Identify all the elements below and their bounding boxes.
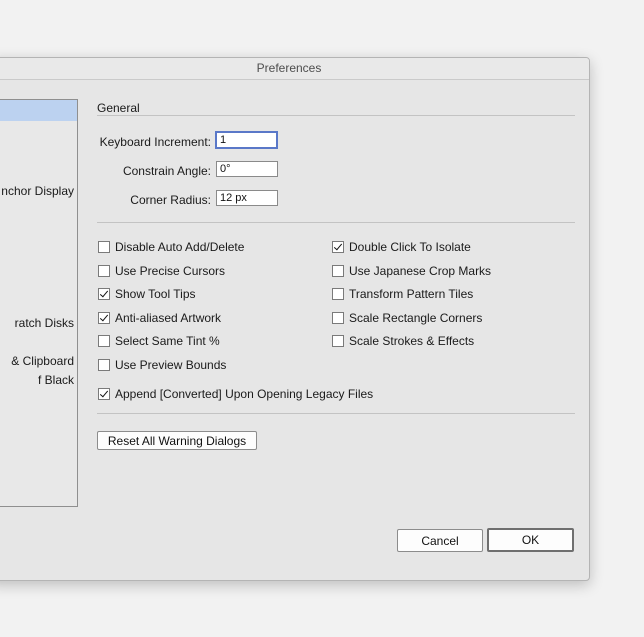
- checkbox-transform-pattern-tiles[interactable]: Transform Pattern Tiles: [332, 287, 473, 301]
- category-list[interactable]: nchor Display ratch Disks & Clipboard f …: [0, 99, 78, 507]
- corner-radius-label: Corner Radius:: [130, 193, 211, 207]
- checkbox-box[interactable]: [98, 359, 110, 371]
- ok-button[interactable]: OK: [487, 528, 574, 552]
- keyboard-increment-field[interactable]: [215, 131, 278, 149]
- checkbox-label: Select Same Tint %: [115, 334, 220, 349]
- checkbox-label: Scale Rectangle Corners: [349, 310, 483, 325]
- corner-radius-field[interactable]: [216, 190, 278, 206]
- checkbox-box[interactable]: [98, 335, 110, 348]
- checkbox-box[interactable]: [98, 288, 110, 301]
- append-converted-box[interactable]: [98, 388, 110, 400]
- checkbox-label: Disable Auto Add/Delete: [115, 240, 245, 254]
- checkbox-label: Anti-aliased Artwork: [115, 310, 222, 325]
- category-item-black[interactable]: f Black: [38, 373, 74, 387]
- checkbox-label: Use Preview Bounds: [115, 358, 227, 372]
- category-item-anchor-display[interactable]: nchor Display: [1, 184, 74, 198]
- checkbox-label: Double Click To Isolate: [349, 240, 471, 254]
- preferences-window: Preferences nchor Display ratch Disks & …: [0, 57, 590, 581]
- checkbox-double-click-to-isolate[interactable]: Double Click To Isolate: [332, 240, 471, 254]
- section-divider: [97, 115, 575, 116]
- checkbox-box[interactable]: [332, 288, 344, 301]
- checkbox-label: Use Japanese Crop Marks: [349, 263, 492, 278]
- constrain-angle-label: Constrain Angle:: [122, 164, 211, 178]
- window-title: Preferences: [0, 58, 589, 80]
- checkbox-box[interactable]: [332, 264, 344, 277]
- reset-warning-dialogs-button[interactable]: Reset All Warning Dialogs: [97, 431, 257, 450]
- checkbox-label: Scale Strokes & Effects: [349, 334, 475, 349]
- checkbox-box[interactable]: [332, 311, 344, 324]
- checkbox-show-tool-tips[interactable]: Show Tool Tips: [98, 287, 196, 301]
- category-item-scratch-disks[interactable]: ratch Disks: [15, 316, 74, 330]
- checkbox-disable-auto-add-delete[interactable]: Disable Auto Add/Delete: [98, 240, 244, 254]
- checkbox-use-precise-cursors[interactable]: Use Precise Cursors: [98, 264, 225, 278]
- checkbox-scale-rectangle-corners[interactable]: Scale Rectangle Corners: [332, 311, 482, 325]
- checkbox-box[interactable]: [332, 241, 344, 253]
- checkbox-box[interactable]: [98, 264, 110, 277]
- checkbox-scale-strokes-effects[interactable]: Scale Strokes & Effects: [332, 334, 474, 348]
- checkbox-box[interactable]: [98, 311, 110, 324]
- options-divider-top: [97, 222, 575, 223]
- options-divider-bottom: [97, 413, 575, 414]
- append-converted-label: Append [Converted] Upon Opening Legacy F…: [115, 387, 374, 401]
- cancel-button[interactable]: Cancel: [397, 529, 483, 552]
- checkmark-icon: [99, 288, 109, 298]
- checkmark-icon: [99, 388, 109, 398]
- checkmark-icon: [333, 241, 343, 251]
- checkbox-anti-aliased-artwork[interactable]: Anti-aliased Artwork: [98, 311, 221, 325]
- checkbox-select-same-tint[interactable]: Select Same Tint %: [98, 334, 220, 348]
- checkbox-use-japanese-crop-marks[interactable]: Use Japanese Crop Marks: [332, 264, 491, 278]
- checkbox-box[interactable]: [332, 335, 344, 348]
- checkmark-icon: [99, 312, 109, 322]
- checkbox-use-preview-bounds[interactable]: Use Preview Bounds: [98, 358, 226, 372]
- checkbox-box[interactable]: [98, 241, 110, 253]
- append-converted-checkbox[interactable]: Append [Converted] Upon Opening Legacy F…: [98, 387, 373, 401]
- section-title-general: General: [97, 101, 140, 115]
- checkbox-label: Show Tool Tips: [115, 287, 196, 302]
- constrain-angle-field[interactable]: [216, 161, 278, 177]
- checkbox-label: Use Precise Cursors: [115, 263, 226, 278]
- category-item-clipboard[interactable]: & Clipboard: [11, 354, 74, 368]
- selected-category-highlight[interactable]: [0, 100, 77, 121]
- checkbox-label: Transform Pattern Tiles: [349, 287, 474, 302]
- keyboard-increment-label: Keyboard Increment:: [99, 135, 211, 149]
